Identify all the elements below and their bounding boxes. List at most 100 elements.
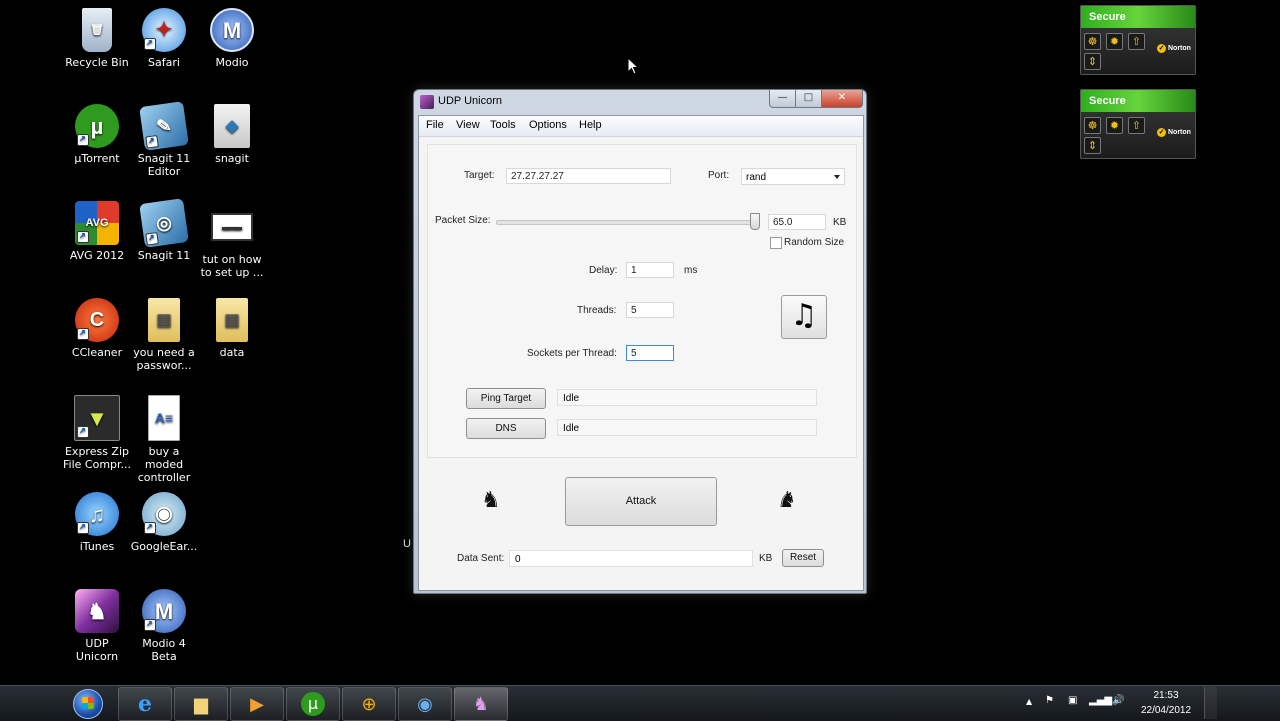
port-select[interactable]: rand bbox=[741, 168, 845, 185]
desktop-icon-password-folder[interactable]: ▤ you need a passwor... bbox=[130, 298, 198, 372]
menu-help[interactable]: Help bbox=[579, 119, 602, 131]
dns-status-field: Idle bbox=[557, 419, 817, 436]
menu-tools[interactable]: Tools bbox=[490, 119, 516, 131]
desktop-icon-label: buy a moded controller bbox=[137, 445, 191, 484]
norton-logo: ✓ Norton bbox=[1157, 128, 1191, 137]
windows-logo-icon bbox=[73, 689, 103, 719]
norton-scan-icon[interactable]: ☸ bbox=[1084, 117, 1101, 134]
close-button[interactable]: ✕ bbox=[821, 90, 863, 108]
window-title: UDP Unicorn bbox=[438, 95, 502, 107]
threads-label: Threads: bbox=[577, 305, 617, 316]
taskbar-google-earth[interactable]: ◉ bbox=[398, 687, 452, 721]
desktop-icon-udp-unicorn[interactable]: ♞ UDP Unicorn bbox=[63, 589, 131, 663]
menu-options[interactable]: Options bbox=[529, 119, 567, 131]
attack-button[interactable]: Attack bbox=[565, 477, 717, 526]
data-sent-field: 0 bbox=[509, 550, 753, 567]
folder-icon: ▆ bbox=[194, 693, 208, 715]
volume-icon[interactable]: 🔊 bbox=[1112, 695, 1124, 706]
taskbar-media-player[interactable]: ▶ bbox=[230, 687, 284, 721]
data-sent-label: Data Sent: bbox=[457, 553, 505, 564]
desktop-icon-snagit-editor[interactable]: ✎ Snagit 11 Editor bbox=[130, 101, 198, 178]
safari-icon: ✦ bbox=[142, 8, 186, 52]
title-bar[interactable]: UDP Unicorn — □ ✕ bbox=[414, 90, 866, 114]
desktop-icon-safari[interactable]: ✦ Safari bbox=[130, 8, 198, 69]
desktop-icon-google-earth[interactable]: ◉ GoogleEar... bbox=[130, 492, 198, 553]
packet-size-slider-track[interactable] bbox=[496, 220, 756, 225]
desktop-icon-moded-controller[interactable]: A≡ buy a moded controller bbox=[130, 395, 198, 484]
taskbar-udp-unicorn[interactable]: ♞ bbox=[454, 687, 508, 721]
sockets-per-thread-input[interactable]: 5 bbox=[626, 345, 674, 361]
media-player-icon: ▶ bbox=[250, 693, 264, 715]
action-center-flag-icon[interactable]: ⚑ bbox=[1045, 695, 1054, 706]
desktop-icon-label: Safari bbox=[148, 56, 180, 69]
desktop-icon-snagit[interactable]: ◎ Snagit 11 bbox=[130, 198, 198, 262]
desktop-icon-itunes[interactable]: ♫ iTunes bbox=[63, 492, 131, 553]
desktop-icon-data-folder[interactable]: ▤ data bbox=[198, 298, 266, 359]
taskbar-utorrent[interactable]: µ bbox=[286, 687, 340, 721]
music-note-icon[interactable]: ♫ bbox=[781, 295, 827, 339]
packet-size-slider-thumb[interactable] bbox=[750, 213, 760, 230]
itunes-icon: ♫ bbox=[75, 492, 119, 536]
desktop-icon-avg[interactable]: AVG AVG 2012 bbox=[63, 201, 131, 262]
folder-icon: ▤ bbox=[216, 298, 248, 342]
norton-status: Secure bbox=[1081, 6, 1195, 28]
packet-size-label: Packet Size: bbox=[435, 215, 491, 226]
norton-settings-icon[interactable]: ✹ bbox=[1106, 117, 1123, 134]
behind-window-text: U bbox=[403, 538, 411, 550]
menu-file[interactable]: File bbox=[426, 119, 444, 131]
unicorn-icon: ♞ bbox=[472, 693, 490, 715]
minimize-button[interactable]: — bbox=[769, 90, 796, 108]
tray-device-icon[interactable]: ▣ bbox=[1068, 695, 1077, 706]
random-size-checkbox[interactable] bbox=[770, 237, 782, 249]
desktop-icon-snagit-folder[interactable]: ◆ snagit bbox=[198, 104, 266, 165]
threads-input[interactable]: 5 bbox=[626, 302, 674, 318]
taskbar-network-app[interactable]: ⊕ bbox=[342, 687, 396, 721]
desktop-icon-ccleaner[interactable]: C CCleaner bbox=[63, 298, 131, 359]
clock-date: 22/04/2012 bbox=[1140, 705, 1192, 716]
network-signal-icon[interactable]: ▂▄▆ bbox=[1089, 695, 1112, 706]
norton-update-icon[interactable]: ⇧ bbox=[1128, 33, 1145, 50]
desktop-icon-label: Modio 4 Beta bbox=[142, 637, 186, 663]
ping-status-field: Idle bbox=[557, 389, 817, 406]
norton-activity-icon[interactable]: ⇕ bbox=[1084, 53, 1101, 70]
menu-view[interactable]: View bbox=[456, 119, 480, 131]
tray-expand-icon[interactable]: ▲ bbox=[1026, 697, 1032, 706]
norton-gadget[interactable]: Secure ☸ ✹ ⇧ ⇕ ✓ Norton bbox=[1080, 5, 1196, 75]
norton-scan-icon[interactable]: ☸ bbox=[1084, 33, 1101, 50]
norton-gadget[interactable]: Secure ☸ ✹ ⇧ ⇕ ✓ Norton bbox=[1080, 89, 1196, 159]
desktop-icon-modio[interactable]: M Modio bbox=[198, 8, 266, 69]
avg-icon: AVG bbox=[75, 201, 119, 245]
show-desktop-button[interactable] bbox=[1204, 687, 1217, 719]
start-button[interactable] bbox=[68, 687, 108, 721]
recycle-bin-icon: 🗑 bbox=[82, 8, 112, 52]
document-icon: A≡ bbox=[148, 395, 180, 441]
delay-input[interactable]: 1 bbox=[626, 262, 674, 278]
desktop-icon-recycle-bin[interactable]: 🗑 Recycle Bin bbox=[63, 8, 131, 69]
norton-settings-icon[interactable]: ✹ bbox=[1106, 33, 1123, 50]
unicorn-left-icon: ♞ bbox=[481, 488, 501, 513]
dns-button[interactable]: DNS bbox=[466, 418, 546, 439]
system-clock[interactable]: 21:53 22/04/2012 bbox=[1134, 688, 1198, 718]
desktop-icon-label: GoogleEar... bbox=[130, 540, 198, 553]
desktop-icon-modio-beta[interactable]: M Modio 4 Beta bbox=[130, 589, 198, 663]
packet-size-input[interactable]: 65.0 bbox=[768, 214, 826, 230]
internet-explorer-icon: e bbox=[138, 691, 152, 717]
desktop-icon-utorrent[interactable]: µ µTorrent bbox=[63, 104, 131, 165]
norton-logo: ✓ Norton bbox=[1157, 44, 1191, 53]
desktop: 🗑 Recycle Bin µ µTorrent AVG AVG 2012 C … bbox=[0, 0, 1280, 685]
taskbar-explorer[interactable]: ▆ bbox=[174, 687, 228, 721]
snagit-editor-icon: ✎ bbox=[139, 101, 189, 151]
taskbar-internet-explorer[interactable]: e bbox=[118, 687, 172, 721]
desktop-icon-label: UDP Unicorn bbox=[75, 637, 119, 663]
desktop-icon-express-zip[interactable]: ▼ Express Zip File Compr... bbox=[63, 395, 131, 471]
norton-update-icon[interactable]: ⇧ bbox=[1128, 117, 1145, 134]
ping-target-button[interactable]: Ping Target bbox=[466, 388, 546, 409]
reset-button[interactable]: Reset bbox=[782, 549, 824, 567]
desktop-icon-tutorial-video[interactable]: ▬▬ tut on how to set up ... bbox=[198, 201, 266, 279]
target-input[interactable]: 27.27.27.27 bbox=[506, 168, 671, 184]
maximize-button[interactable]: □ bbox=[795, 90, 822, 108]
globe-grid-icon: ⊕ bbox=[361, 693, 377, 715]
menu-bar: File View Tools Options Help bbox=[419, 116, 863, 137]
snagit-icon: ◎ bbox=[139, 198, 189, 248]
norton-activity-icon[interactable]: ⇕ bbox=[1084, 137, 1101, 154]
